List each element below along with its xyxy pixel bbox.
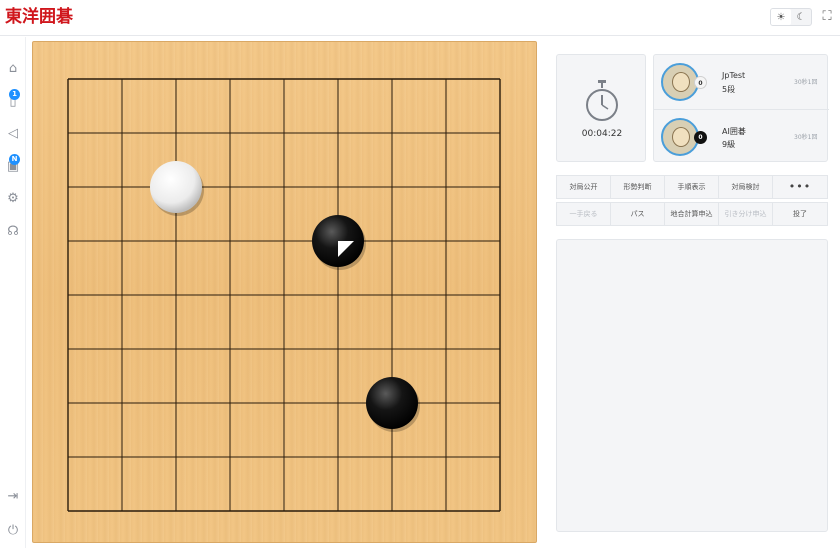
documents-badge: 1 — [9, 89, 20, 100]
player-rank: 5段 — [722, 85, 736, 94]
logout-icon[interactable]: ⇥ — [5, 489, 21, 505]
undo-button[interactable]: 一手戻る — [556, 202, 611, 226]
top-bar: 東洋囲碁 ☀ ☾ ⛶ — [0, 0, 840, 36]
chat-panel[interactable] — [556, 239, 828, 532]
go-board[interactable] — [32, 41, 537, 543]
draw-request-button[interactable]: 引き分け申込 — [718, 202, 773, 226]
black-stone-icon: 0 — [694, 131, 707, 144]
review-game-button[interactable]: 対局検討 — [718, 175, 773, 199]
home-icon[interactable]: ⌂ — [5, 61, 21, 77]
black-stone — [366, 377, 418, 429]
players-panel: 0 JpTest 5段 30秒1回 0 AI囲碁 9級 30秒1回 — [653, 54, 829, 163]
resign-button[interactable]: 投了 — [772, 202, 828, 226]
player-row-black[interactable]: 0 AI囲碁 9級 30秒1回 — [654, 109, 829, 163]
stopwatch-icon — [586, 80, 618, 121]
megaphone-icon[interactable]: ◁ — [5, 126, 21, 142]
white-stone-icon: 0 — [694, 76, 707, 89]
pass-button[interactable]: パス — [610, 202, 665, 226]
sidebar: ⌂ ▯ 1 ◁ ▣ N ⚙ ☊ ⇥ ⏻ — [0, 37, 26, 548]
more-button[interactable]: ••• — [772, 175, 828, 199]
fullscreen-icon[interactable]: ⛶ — [819, 9, 835, 25]
player-row-white[interactable]: 0 JpTest 5段 30秒1回 — [654, 55, 829, 109]
gear-icon[interactable]: ⚙ — [5, 191, 21, 207]
app-logo[interactable]: 東洋囲碁 — [5, 6, 73, 28]
elapsed-time: 00:04:22 — [581, 129, 623, 139]
theme-toggle[interactable]: ☀ ☾ — [770, 8, 812, 26]
player-time-setting: 30秒1回 — [794, 79, 818, 86]
player-time-setting: 30秒1回 — [794, 134, 818, 141]
sun-icon[interactable]: ☀ — [771, 9, 791, 25]
board-grid[interactable] — [32, 41, 537, 543]
position-judge-button[interactable]: 形勢判断 — [610, 175, 665, 199]
player-rank: 9級 — [722, 140, 736, 149]
player-name: JpTest — [722, 71, 746, 80]
power-icon[interactable]: ⏻ — [5, 523, 21, 539]
action-buttons: 対局公开 形勢判断 手順表示 対局検討 ••• 一手戻る パス 地合計算申込 引… — [556, 175, 828, 227]
count-request-button[interactable]: 地合計算申込 — [664, 202, 719, 226]
headset-icon[interactable]: ☊ — [5, 224, 21, 240]
white-stone — [150, 161, 202, 213]
game-timer: 00:04:22 — [556, 54, 646, 162]
public-game-button[interactable]: 対局公开 — [556, 175, 611, 199]
show-moves-button[interactable]: 手順表示 — [664, 175, 719, 199]
moon-icon[interactable]: ☾ — [791, 9, 811, 25]
player-name: AI囲碁 — [722, 127, 746, 136]
gift-badge: N — [9, 154, 20, 165]
